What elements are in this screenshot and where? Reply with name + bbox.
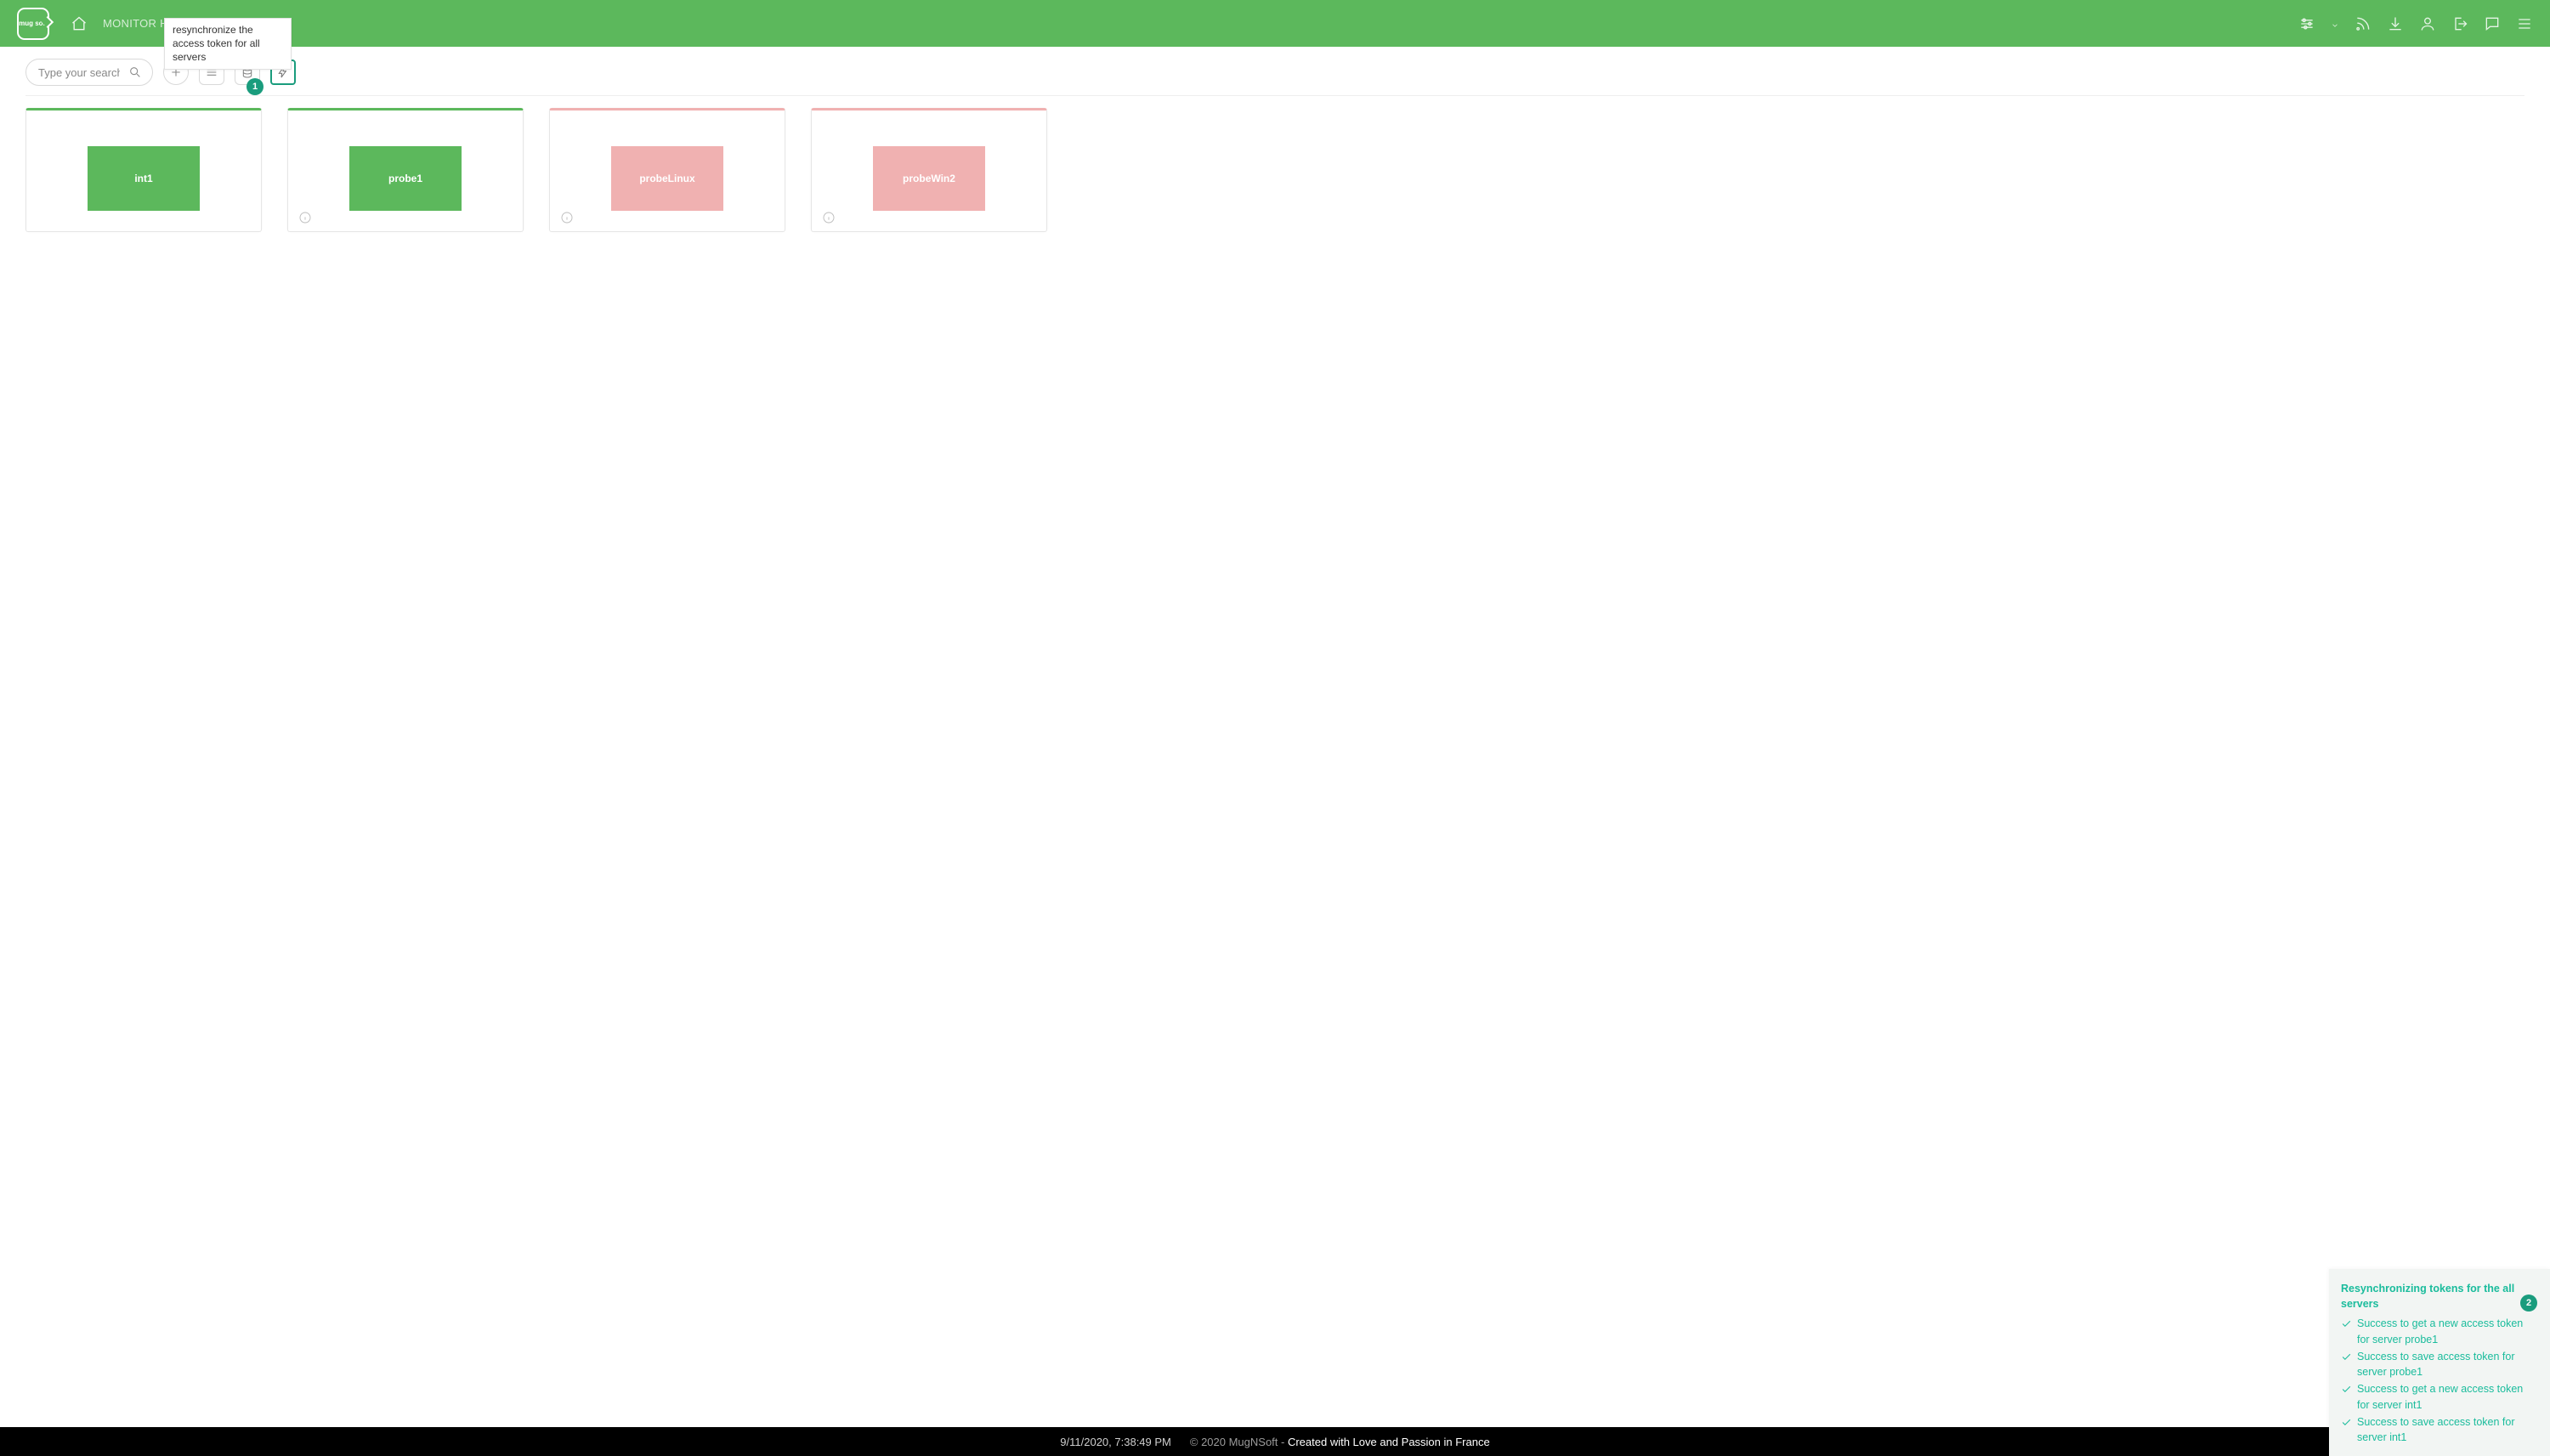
check-icon [2341, 1318, 2352, 1329]
brand-logo-text: mug soft [19, 20, 48, 27]
server-card-probeLinux[interactable]: probeLinux [549, 108, 785, 232]
info-icon[interactable] [822, 211, 836, 224]
footer-copyright: © 2020 MugNSoft - [1190, 1436, 1288, 1448]
chat-icon[interactable] [2484, 15, 2501, 32]
toast-line: Success to save access token for server … [2341, 1349, 2538, 1381]
download-icon[interactable] [2387, 15, 2404, 32]
toast-line-text: Success to save access token for server … [2357, 1414, 2538, 1447]
annotation-badge-2: 2 [2520, 1295, 2537, 1312]
info-icon[interactable] [560, 211, 574, 224]
app-header: mug soft MONITOR HEALTH resynchronize th… [0, 0, 2550, 47]
info-icon[interactable] [298, 211, 312, 224]
rss-icon[interactable] [2354, 15, 2372, 32]
resync-tooltip: resynchronize the access token for all s… [164, 18, 292, 70]
footer: 9/11/2020, 7:38:49 PM © 2020 MugNSoft - … [0, 1427, 2550, 1456]
annotation-badge-1: 1 [246, 78, 264, 95]
toast-line: Success to save access token for server … [2341, 1414, 2538, 1447]
search-icon [128, 65, 142, 79]
footer-credit: Created with Love and Passion in France [1288, 1436, 1490, 1448]
toast-line-text: Success to get a new access token for se… [2357, 1316, 2538, 1348]
toast-line: Success to get a new access token for se… [2341, 1316, 2538, 1348]
logout-icon[interactable] [2451, 15, 2468, 32]
server-tile: int1 [88, 146, 200, 211]
search-box[interactable] [26, 59, 153, 86]
search-input[interactable] [37, 65, 122, 80]
home-icon[interactable] [71, 15, 88, 32]
toast-line-text: Success to save access token for server … [2357, 1349, 2538, 1381]
toast-line-text: Success to get a new access token for se… [2357, 1381, 2538, 1414]
toast-notification: Resynchronizing tokens for the all serve… [2329, 1269, 2550, 1456]
user-icon[interactable] [2419, 15, 2436, 32]
brand-logo[interactable]: mug soft [17, 8, 49, 40]
server-tile: probe1 [349, 146, 462, 211]
footer-timestamp: 9/11/2020, 7:38:49 PM [1060, 1436, 1171, 1448]
toolbar [0, 47, 2550, 95]
toast-line: Success to get a new access token for se… [2341, 1381, 2538, 1414]
dropdown-caret-icon[interactable] [2331, 20, 2339, 28]
check-icon [2341, 1384, 2352, 1395]
server-tile: probeWin2 [873, 146, 985, 211]
server-cards-grid: int1 probe1 probeLinux probeWin2 [0, 96, 2550, 244]
hamburger-menu-icon[interactable] [2516, 15, 2533, 32]
toast-title: Resynchronizing tokens for the all serve… [2341, 1281, 2538, 1313]
check-icon [2341, 1417, 2352, 1428]
server-card-probe1[interactable]: probe1 [287, 108, 524, 232]
server-card-int1[interactable]: int1 [26, 108, 262, 232]
check-icon [2341, 1351, 2352, 1363]
server-card-probeWin2[interactable]: probeWin2 [811, 108, 1047, 232]
settings-sliders-icon[interactable] [2298, 15, 2315, 32]
server-tile: probeLinux [611, 146, 723, 211]
header-actions [2298, 15, 2533, 32]
